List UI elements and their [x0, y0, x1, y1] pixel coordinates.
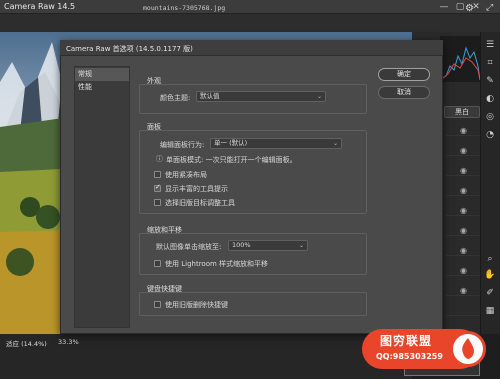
file-name: mountains-7305768.jpg	[143, 4, 226, 12]
expand-icon[interactable]: ⤢	[486, 3, 493, 13]
watermark-contact: QQ:985303259	[376, 352, 443, 361]
legacy-delete-checkbox[interactable]	[154, 301, 161, 308]
compact-layout-label: 使用紧凑布局	[165, 171, 207, 179]
chevron-down-icon: ⌄	[298, 242, 304, 249]
ok-button[interactable]: 确定	[378, 68, 430, 81]
compact-layout-checkbox[interactable]	[154, 171, 161, 178]
eye-icon[interactable]: ◉	[460, 166, 467, 175]
eye-icon[interactable]: ◉	[460, 266, 467, 275]
app-title: Camera Raw 14.5	[4, 2, 76, 11]
watermark-title: 图穷联盟	[380, 334, 433, 348]
lightroom-zoom-checkbox[interactable]	[154, 260, 161, 267]
panel-info-text: 单面板模式: 一次只能打开一个编辑面板。	[166, 156, 297, 164]
panel-behavior-select[interactable]: 单一 (默认) ⌄	[210, 138, 342, 149]
zoom-icon[interactable]: ⌕	[483, 252, 497, 266]
panel-behavior-label: 编辑面板行为:	[160, 141, 205, 149]
minimize-icon[interactable]: —	[436, 0, 452, 14]
info-icon: ⓘ	[156, 155, 163, 163]
eye-icon[interactable]: ◉	[460, 246, 467, 255]
lightroom-zoom-label: 使用 Lightroom 样式缩放和平移	[165, 260, 269, 268]
legacy-delete-label: 使用旧版删除快捷键	[165, 301, 228, 309]
hand-icon[interactable]: ✋	[483, 268, 497, 282]
dialog-title-bar: Camera Raw 首选项 (14.5.0.1177 版)	[60, 40, 443, 56]
watermark-logo	[450, 331, 486, 367]
default-zoom-select[interactable]: 100% ⌄	[228, 240, 308, 251]
top-toolbar	[0, 14, 500, 32]
brush-icon[interactable]: ✎	[483, 74, 497, 88]
eye-icon[interactable]: ◉	[460, 126, 467, 135]
preferences-nav	[74, 66, 130, 328]
crop-icon[interactable]: ⌗	[483, 56, 497, 70]
eyedropper-icon[interactable]: ✐	[483, 286, 497, 300]
nav-item-performance[interactable]: 性能	[75, 81, 129, 94]
legacy-tat-label: 选择旧版目标调整工具	[165, 199, 235, 207]
theme-select[interactable]: 默认值 ⌄	[196, 91, 326, 102]
theme-value: 默认值	[200, 92, 220, 100]
panel-row[interactable]	[446, 304, 480, 316]
rich-tooltips-checkbox[interactable]	[154, 183, 161, 192]
eye-icon[interactable]: ◉	[460, 146, 467, 155]
legacy-tat-checkbox[interactable]	[154, 199, 161, 206]
zoom-fit[interactable]: 适应 (14.4%)	[6, 338, 47, 348]
default-zoom-value: 100%	[232, 241, 251, 249]
grid-icon[interactable]: ▦	[483, 304, 497, 318]
default-zoom-label: 默认图像单击缩放至:	[156, 243, 222, 251]
cancel-button[interactable]: 取消	[378, 86, 430, 99]
nav-item-general[interactable]: 常规	[75, 68, 129, 81]
theme-label: 颜色主题:	[160, 94, 191, 102]
dialog-title: Camera Raw 首选项 (14.5.0.1177 版)	[66, 45, 193, 53]
eye-icon[interactable]: ◉	[460, 186, 467, 195]
eye-icon[interactable]: ◉	[460, 286, 467, 295]
panel-behavior-value: 单一 (默认)	[214, 139, 248, 147]
presets-icon[interactable]: ◔	[483, 128, 497, 142]
edit-sliders-icon[interactable]: ☰	[483, 38, 497, 52]
rich-tooltips-label: 显示丰富的工具提示	[165, 185, 228, 193]
redeye-icon[interactable]: ◎	[483, 110, 497, 124]
chevron-down-icon: ⌄	[316, 93, 322, 100]
eye-icon[interactable]: ◉	[460, 206, 467, 215]
eye-icon[interactable]: ◉	[460, 226, 467, 235]
zoom-value[interactable]: 33.3%	[58, 338, 79, 346]
black-white-button[interactable]: 黑白	[444, 106, 480, 118]
mask-icon[interactable]: ◐	[483, 92, 497, 106]
histogram	[439, 36, 481, 82]
chevron-down-icon: ⌄	[332, 140, 338, 147]
gear-icon[interactable]: ⚙	[465, 3, 474, 14]
